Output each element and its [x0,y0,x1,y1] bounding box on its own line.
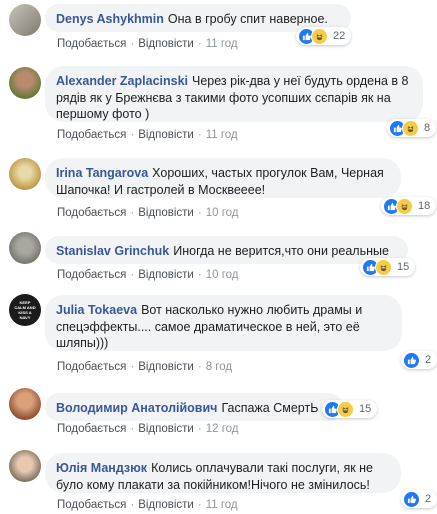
reply-link[interactable]: Відповісти [138,361,194,373]
comment-bubble: Irina Tangarova Хороших, частых прогулок … [45,158,401,198]
avatar-text: KEEP CALM AND KISS A NAVY [14,300,36,320]
comment-author[interactable]: Denys Ashykhmin [56,12,164,26]
comment-author[interactable]: Julia Tokaeva [56,303,137,317]
avatar[interactable] [9,232,41,264]
like-link[interactable]: Подобається [57,269,126,281]
reaction-summary[interactable]: 2 [401,351,437,369]
timestamp[interactable]: 10 год [206,207,239,219]
separator: · [130,423,135,435]
avatar[interactable] [9,388,41,420]
reaction-summary[interactable]: 2 [401,490,437,508]
reaction-summary[interactable]: 22 [296,27,352,45]
avatar[interactable] [9,450,41,482]
comment-bubble: Володимир Анатолійович Гаспажа СмертЬ [45,393,343,421]
separator: · [197,423,202,435]
like-icon [403,351,420,369]
separator: · [130,207,135,219]
reaction-count: 15 [397,261,410,273]
avatar[interactable] [9,158,41,190]
timestamp[interactable]: 11 год [206,499,238,511]
separator: · [130,269,135,281]
separator: · [130,361,135,373]
comment-text: Иногда не верится,что они реальные [173,244,389,258]
haha-icon [402,119,419,137]
timestamp[interactable]: 11 год [206,129,238,141]
comment-author[interactable]: Stanislav Grinchuk [56,244,169,258]
separator: · [197,38,202,50]
haha-icon [396,197,413,215]
comment-bubble: Alexander Zaplacinski Через рік-два у неї… [45,66,423,122]
haha-icon [337,400,354,418]
separator: · [130,38,135,50]
reply-link[interactable]: Відповісти [138,499,194,511]
timestamp[interactable]: 11 год [206,38,238,50]
reaction-count: 8 [424,122,431,134]
comment-actions: Подобається · Відповісти · 10 год [57,269,239,281]
separator: · [197,207,202,219]
comment-bubble: Юлія Мандзюк Колись оплачували такі послу… [45,453,401,493]
separator: · [197,269,202,281]
timestamp[interactable]: 12 год [206,423,239,435]
reply-link[interactable]: Відповісти [138,38,194,50]
reaction-count: 2 [425,493,432,505]
haha-icon [375,258,392,276]
separator: · [130,499,135,511]
comment-actions: Подобається · Відповісти · 11 год [57,129,238,141]
like-link[interactable]: Подобається [57,499,126,511]
comment-actions: Подобається · Відповісти · 12 год [57,423,239,435]
like-link[interactable]: Подобається [57,423,126,435]
like-link[interactable]: Подобається [57,38,126,50]
comment-author[interactable]: Irina Tangarova [56,166,148,180]
timestamp[interactable]: 10 год [206,269,239,281]
comment-author[interactable]: Володимир Анатолійович [56,401,217,415]
comment-actions: Подобається · Відповісти · 10 год [57,207,239,219]
reaction-summary[interactable]: 15 [360,258,416,276]
comment-actions: Подобається · Відповісти · 11 год [57,499,238,511]
comment-author[interactable]: Юлія Мандзюк [56,461,147,475]
comment-bubble: Julia Tokaeva Вот насколько нужно любить … [45,295,402,351]
reaction-count: 15 [359,403,372,415]
reply-link[interactable]: Відповісти [138,269,194,281]
separator: · [197,129,202,141]
comment-text: Гаспажа СмертЬ [221,401,319,415]
reaction-summary[interactable]: 18 [381,197,437,215]
comment-actions: Подобається · Відповісти · 8 год [57,361,232,373]
reaction-count: 18 [418,200,431,212]
timestamp[interactable]: 8 год [206,361,232,373]
like-icon [403,490,420,508]
reaction-count: 22 [333,30,346,42]
comment-actions: Подобається · Відповісти · 11 год [57,38,238,50]
comment-bubble: Stanislav Grinchuk Иногда не верится,что … [45,236,408,264]
avatar[interactable]: KEEP CALM AND KISS A NAVY [9,294,41,326]
avatar[interactable] [9,67,41,99]
like-link[interactable]: Подобається [57,361,126,373]
reaction-summary[interactable]: 15 [322,400,378,418]
avatar[interactable] [9,4,41,36]
separator: · [130,129,135,141]
reply-link[interactable]: Відповісти [138,207,194,219]
separator: · [197,499,202,511]
comment-text: Она в гробу спит наверное. [167,12,328,26]
reply-link[interactable]: Відповісти [138,129,194,141]
haha-icon [311,27,328,45]
like-link[interactable]: Подобається [57,129,126,141]
like-link[interactable]: Подобається [57,207,126,219]
comment-author[interactable]: Alexander Zaplacinski [56,74,188,88]
reply-link[interactable]: Відповісти [138,423,194,435]
separator: · [197,361,202,373]
reaction-summary[interactable]: 8 [387,119,437,137]
reaction-count: 2 [425,354,432,366]
